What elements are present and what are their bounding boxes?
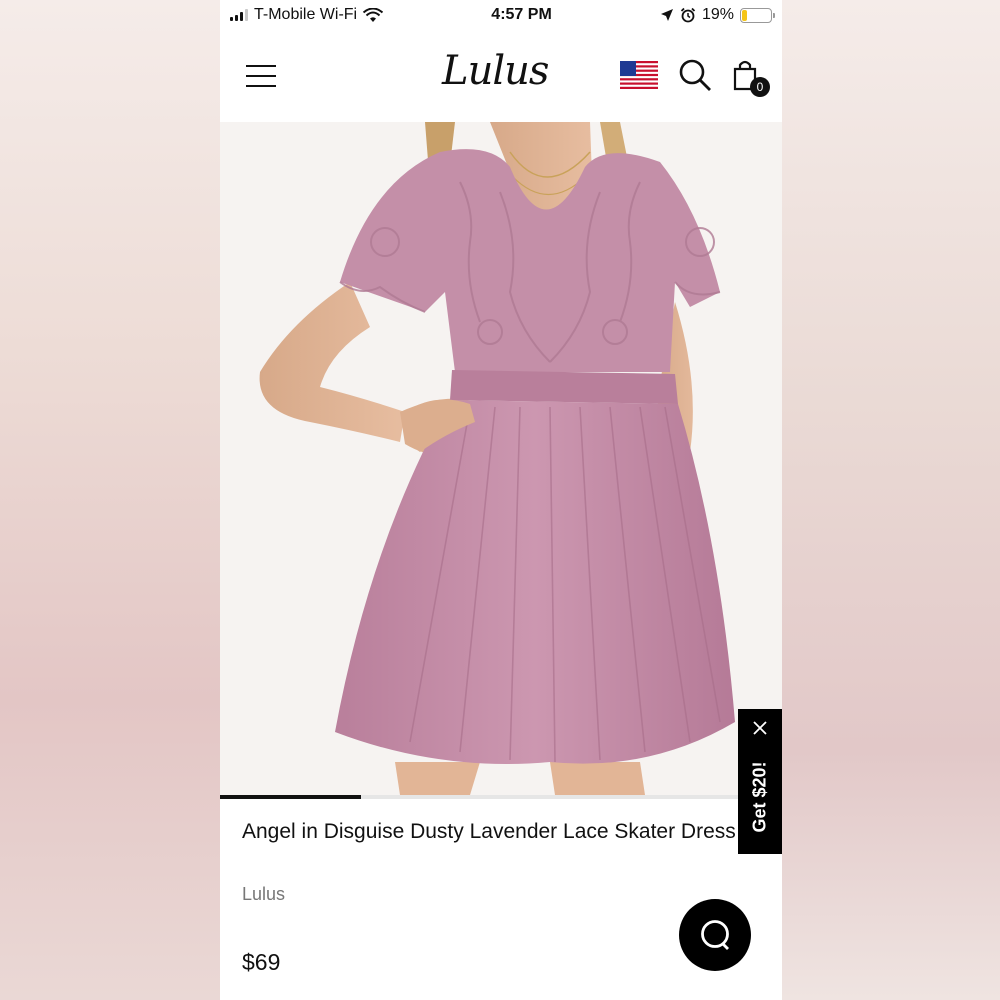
location-arrow-icon: [660, 9, 673, 21]
image-carousel-indicator: [220, 795, 782, 799]
status-bar: T-Mobile Wi-Fi 4:57 PM 19%: [220, 0, 782, 30]
shopping-bag-icon[interactable]: 0: [732, 59, 770, 97]
chat-bubble-icon: [701, 920, 729, 950]
search-icon[interactable]: [678, 58, 712, 92]
promo-tab[interactable]: Get $20!: [738, 709, 782, 854]
menu-icon[interactable]: [246, 65, 276, 87]
product-title: Angel in Disguise Dusty Lavender Lace Sk…: [242, 820, 736, 843]
close-icon[interactable]: [749, 717, 771, 739]
background-blur-right: [782, 0, 1000, 1000]
status-time: 4:57 PM: [491, 6, 552, 23]
battery-percent: 19%: [701, 6, 734, 23]
product-brand[interactable]: Lulus: [242, 884, 285, 905]
header-icons: 0: [620, 58, 770, 97]
carrier-label: T-Mobile Wi-Fi: [254, 6, 358, 23]
dress-photo: [220, 122, 782, 795]
chat-button[interactable]: [679, 899, 751, 971]
status-left: T-Mobile Wi-Fi: [230, 6, 384, 24]
alarm-clock-icon: [680, 7, 696, 23]
promo-label[interactable]: Get $20!: [750, 761, 771, 832]
wifi-icon: [363, 7, 384, 22]
background-blur-left: [0, 0, 220, 1000]
product-image[interactable]: [220, 122, 782, 795]
cart-count-badge: 0: [750, 77, 770, 97]
carousel-progress: [220, 795, 361, 799]
status-right: 19%: [660, 6, 775, 24]
product-price: $69: [242, 949, 281, 975]
cellular-signal-icon: [230, 9, 248, 21]
phone-screen: T-Mobile Wi-Fi 4:57 PM 19% Lulus 0 Angel…: [220, 0, 782, 1000]
lulus-logo[interactable]: Lulus: [442, 48, 549, 94]
site-header: Lulus 0: [220, 30, 782, 122]
us-flag-icon[interactable]: [620, 61, 658, 89]
battery-fill: [741, 9, 748, 21]
battery-icon: [739, 7, 775, 23]
